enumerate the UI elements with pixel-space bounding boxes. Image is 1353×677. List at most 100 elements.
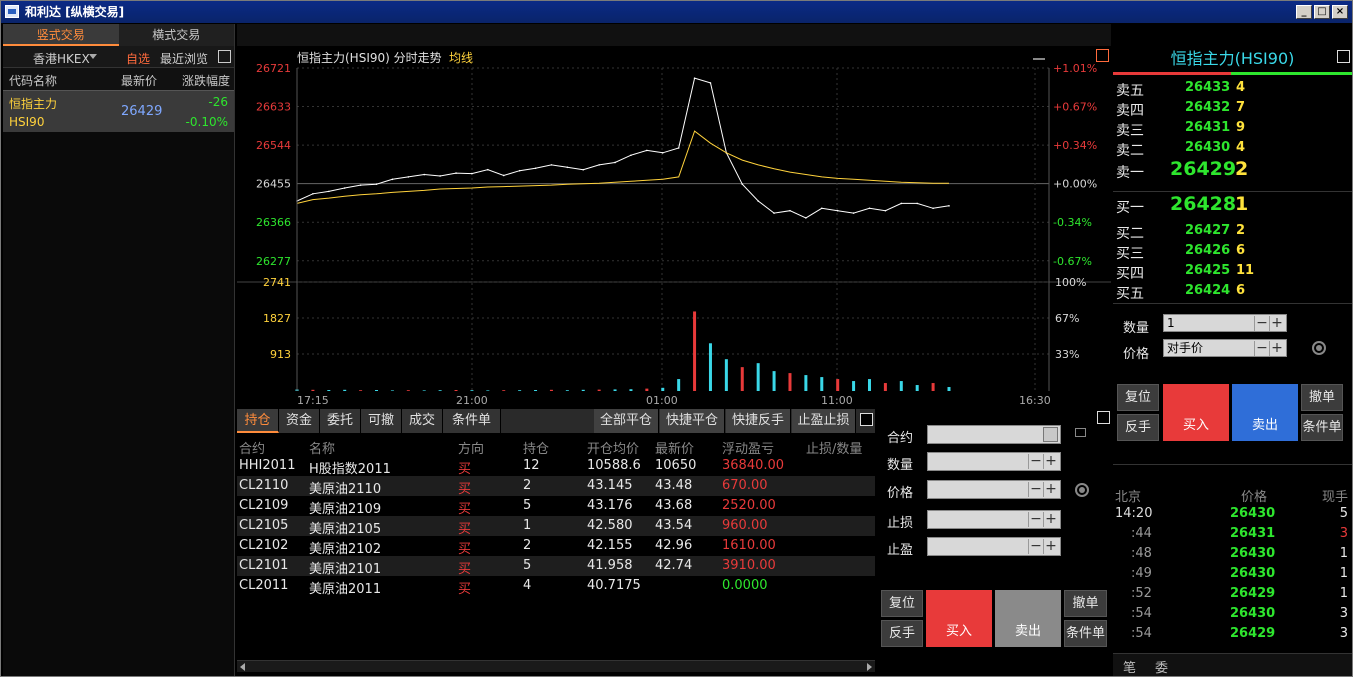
panel-expand-checkbox[interactable] [860, 413, 873, 426]
chart-expand-checkbox[interactable] [1096, 49, 1109, 62]
tab-orders[interactable]: 委托 [320, 409, 361, 433]
plus-icon[interactable]: + [1043, 482, 1058, 497]
volume-bar [359, 390, 363, 391]
tab-orders-book[interactable]: 委 [1155, 657, 1168, 676]
minus-icon[interactable]: − [1028, 539, 1043, 554]
pencil-icon[interactable] [1033, 50, 1045, 60]
quote-buy-button[interactable]: 买入 [1163, 384, 1229, 441]
recent-checkbox[interactable] [218, 50, 231, 63]
quote-price-input[interactable]: 对手价 − + [1163, 339, 1287, 357]
ask-level[interactable]: 卖三 26431 9 [1113, 118, 1352, 140]
gear-icon[interactable] [1075, 483, 1089, 497]
horizontal-scrollbar[interactable] [237, 660, 875, 672]
chevron-down-icon[interactable] [1043, 427, 1058, 442]
tab-vertical-trading[interactable]: 竖式交易 [3, 24, 119, 46]
reset-button[interactable]: 复位 [881, 590, 923, 617]
plus-icon[interactable]: + [1269, 341, 1284, 356]
price-tick-label: 26544 [256, 139, 291, 152]
cancel-order-button[interactable]: 撤单 [1064, 590, 1107, 617]
bid-level[interactable]: 买二 26427 2 [1113, 221, 1352, 243]
table-row[interactable]: CL2011 美原油2011 买 4 40.7175 0.0000 [237, 576, 875, 597]
price-point [836, 209, 839, 212]
intraday-chart[interactable]: 26721 +1.01% 26633 +0.67% 26544 +0.34% 26455 +0… [237, 46, 1111, 408]
tab-cancellable[interactable]: 可撤 [361, 409, 402, 433]
plus-icon[interactable]: + [1043, 539, 1058, 554]
plus-icon[interactable]: + [1269, 316, 1284, 331]
price-point [693, 77, 696, 79]
volume-bar [708, 343, 712, 391]
table-row[interactable]: HHI2011 H股指数2011 买 12 10588.6 10650 36840.00 [237, 456, 875, 477]
ask-label: 卖一 [1116, 165, 1144, 181]
quick-close-button[interactable]: 快捷平仓 [660, 409, 725, 433]
tab-positions[interactable]: 持仓 [237, 409, 279, 433]
favorites-filter[interactable]: 自选 [126, 50, 150, 67]
quote-sell-button[interactable]: 卖出 [1232, 384, 1298, 441]
scroll-right-icon[interactable] [867, 663, 872, 671]
volume-bar [343, 389, 347, 391]
price-input[interactable]: − + [927, 480, 1061, 499]
take-profit-input[interactable]: − + [927, 537, 1061, 556]
gear-icon[interactable] [1312, 341, 1326, 355]
tab-horizontal-trading[interactable]: 横式交易 [118, 24, 234, 46]
volume-bar [597, 389, 601, 391]
stop-loss-profit-button[interactable]: 止盈止损 [792, 409, 856, 433]
cell-qty: 5 [523, 558, 532, 573]
order-expand-checkbox[interactable] [1097, 411, 1110, 424]
tab-funds[interactable]: 资金 [279, 409, 320, 433]
quote-qty-input[interactable]: 1 − + [1163, 314, 1287, 332]
cell-dir: 买 [458, 502, 472, 517]
table-row[interactable]: CL2101 美原油2101 买 5 41.958 42.74 3910.00 [237, 556, 875, 577]
table-row[interactable]: CL2102 美原油2102 买 2 42.155 42.96 1610.00 [237, 536, 875, 557]
buy-button[interactable]: 买入 [926, 590, 992, 647]
plus-icon[interactable]: + [1043, 454, 1058, 469]
conditional-order-button[interactable]: 条件单 [1064, 620, 1107, 647]
bid-price: 26427 [1185, 223, 1231, 238]
quote-reset-button[interactable]: 复位 [1117, 384, 1159, 411]
tick-price: 26430 [1230, 546, 1276, 561]
stop-loss-input[interactable]: − + [927, 510, 1061, 529]
quote-reverse-button[interactable]: 反手 [1117, 414, 1159, 441]
minus-icon[interactable]: − [1254, 316, 1269, 331]
ask-level[interactable]: 卖四 26432 7 [1113, 98, 1352, 120]
tab-trades[interactable]: 成交 [402, 409, 443, 433]
tab-ticks[interactable]: 笔 [1123, 657, 1136, 676]
minus-icon[interactable]: − [1028, 482, 1043, 497]
minus-icon[interactable]: − [1028, 454, 1043, 469]
quote-cancel-button[interactable]: 撤单 [1301, 384, 1343, 411]
market-select[interactable]: 香港HKEX [33, 50, 90, 67]
recent-filter[interactable]: 最近浏览 [160, 50, 208, 67]
bid-level[interactable]: 买五 26424 6 [1113, 281, 1352, 303]
sell-button[interactable]: 卖出 [995, 590, 1061, 647]
minimize-button[interactable]: _ [1296, 5, 1312, 19]
tab-conditional[interactable]: 条件单 [443, 409, 501, 433]
quote-conditional-button[interactable]: 条件单 [1301, 414, 1343, 441]
bid-level[interactable]: 买一 26428 1 [1113, 193, 1352, 216]
ask-level[interactable]: 卖二 26430 4 [1113, 138, 1352, 160]
ask-level[interactable]: 卖一 26429 2 [1113, 158, 1352, 181]
pct-tick-label: +0.00% [1053, 178, 1097, 191]
bid-level[interactable]: 买三 26426 6 [1113, 241, 1352, 263]
bid-price: 26426 [1185, 243, 1231, 258]
table-row[interactable]: CL2109 美原油2109 买 5 43.176 43.68 2520.00 [237, 496, 875, 517]
reverse-button[interactable]: 反手 [881, 620, 923, 647]
scroll-left-icon[interactable] [240, 663, 245, 671]
qty-input[interactable]: − + [927, 452, 1061, 471]
chevron-down-icon[interactable] [89, 54, 97, 59]
close-all-button[interactable]: 全部平仓 [594, 409, 659, 433]
list-item[interactable]: 恒指主力 HSI90 26429 -26 -0.10% [3, 90, 234, 132]
price-point [773, 212, 775, 214]
chart-svg[interactable]: 26721 +1.01% 26633 +0.67% 26544 +0.34% 26455 +0… [237, 46, 1111, 408]
maximize-button[interactable]: □ [1314, 5, 1330, 19]
table-row[interactable]: CL2105 美原油2105 买 1 42.580 43.54 960.00 [237, 516, 875, 537]
contract-select[interactable] [927, 425, 1061, 444]
minus-icon[interactable]: − [1254, 341, 1269, 356]
quote-expand-checkbox[interactable] [1337, 50, 1350, 63]
bid-level[interactable]: 买四 26425 11 [1113, 261, 1352, 283]
ask-level[interactable]: 卖五 26433 4 [1113, 78, 1352, 100]
lock-icon[interactable] [1075, 428, 1086, 437]
table-row[interactable]: CL2110 美原油2110 买 2 43.145 43.48 670.00 [237, 476, 875, 497]
minus-icon[interactable]: − [1028, 512, 1043, 527]
quick-reverse-button[interactable]: 快捷反手 [726, 409, 791, 433]
plus-icon[interactable]: + [1043, 512, 1058, 527]
close-button[interactable]: × [1332, 5, 1348, 19]
